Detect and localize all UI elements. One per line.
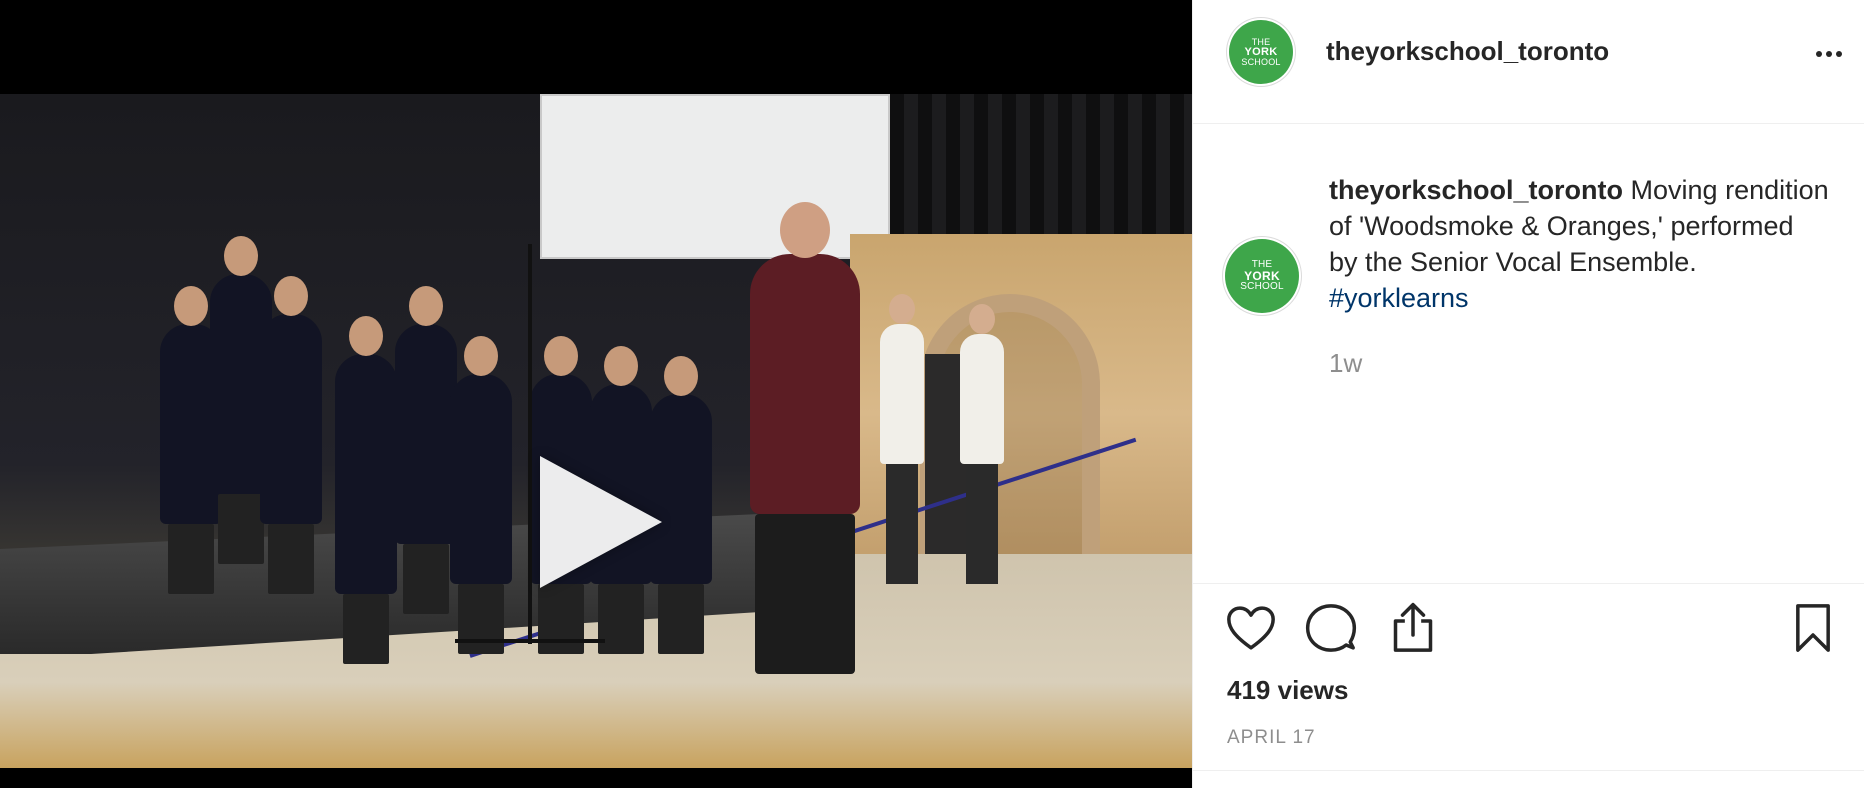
post-panel: THE YORK SCHOOL theyorkschool_toronto TH…	[1192, 0, 1864, 788]
header-username-link[interactable]: theyorkschool_toronto	[1326, 36, 1609, 67]
choir-singer	[335, 316, 397, 664]
hashtag-link[interactable]: #yorklearns	[1329, 283, 1469, 313]
avatar-text-line: SCHOOL	[1240, 281, 1284, 292]
conductor	[750, 202, 860, 514]
choir-singer	[260, 276, 322, 594]
post-date[interactable]: APRIL 17	[1227, 727, 1316, 749]
choir-singer	[450, 336, 512, 654]
post-header: THE YORK SCHOOL theyorkschool_toronto	[1193, 0, 1864, 124]
bookmark-icon	[1796, 604, 1830, 652]
performer	[880, 294, 924, 584]
save-button[interactable]	[1785, 600, 1841, 656]
play-icon[interactable]	[540, 456, 662, 588]
view-count[interactable]: 419 views	[1227, 675, 1348, 706]
comment-button[interactable]	[1303, 600, 1359, 656]
stage-curtain	[890, 94, 1192, 234]
time-ago[interactable]: 1w	[1329, 348, 1362, 379]
more-options-button[interactable]	[1809, 36, 1849, 72]
conductor-legs	[755, 514, 855, 674]
profile-avatar[interactable]: THE YORK SCHOOL	[1229, 20, 1293, 84]
post-caption: theyorkschool_toronto Moving rendition o…	[1329, 172, 1829, 316]
caption-area: THE YORK SCHOOL theyorkschool_toronto Mo…	[1193, 124, 1864, 584]
choir-singer	[395, 286, 457, 614]
more-options-icon	[1816, 51, 1822, 57]
avatar-text-line: YORK	[1244, 45, 1278, 58]
more-options-icon	[1836, 51, 1842, 57]
avatar-text-line: SCHOOL	[1241, 56, 1281, 67]
panel-divider	[1193, 770, 1864, 771]
performer	[960, 304, 1004, 584]
video-player[interactable]	[0, 94, 1192, 768]
media-area	[0, 0, 1192, 788]
comment-icon	[1305, 604, 1357, 652]
microphone-stand-base	[455, 639, 605, 643]
caption-avatar[interactable]: THE YORK SCHOOL	[1225, 239, 1299, 313]
share-button[interactable]	[1385, 600, 1441, 656]
heart-icon	[1227, 606, 1275, 650]
more-options-icon	[1826, 51, 1832, 57]
like-button[interactable]	[1223, 600, 1279, 656]
share-icon	[1393, 602, 1433, 652]
caption-username-link[interactable]: theyorkschool_toronto	[1329, 175, 1623, 205]
play-button[interactable]	[520, 439, 680, 609]
action-bar	[1193, 600, 1864, 670]
